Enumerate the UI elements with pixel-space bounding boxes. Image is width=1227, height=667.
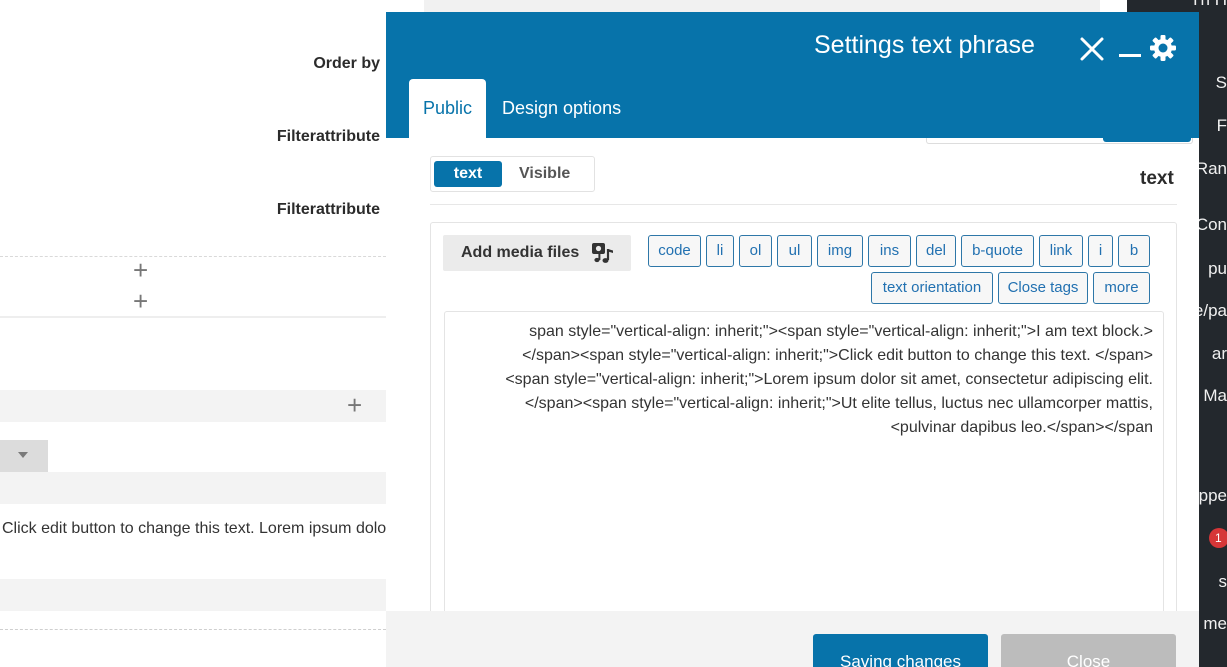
add-column-plus-icon[interactable]: + (133, 288, 148, 314)
filter-attribute-label-2: Filterattribute (276, 201, 380, 218)
admin-menu-item[interactable]: Th H (1127, 0, 1227, 10)
caret-down-icon (18, 452, 28, 458)
background-panel-top (424, 0, 1100, 12)
tab-public[interactable]: Public (409, 79, 486, 138)
quicktag-ins-button[interactable]: ins (868, 235, 911, 267)
text-orientation-button[interactable]: text orientation (871, 272, 993, 304)
quicktag-img-button[interactable]: img (817, 235, 863, 267)
content-line: </span><span style="vertical-align: inhe… (524, 395, 1153, 412)
modal-header: Settings text phrase Public Design optio… (386, 12, 1199, 138)
add-section-plus-icon[interactable]: + (347, 392, 362, 418)
content-line: <pulvinar dapibus leo.</span></span (890, 419, 1153, 436)
toggle-visible-option[interactable]: Visible (519, 161, 570, 187)
quicktag-code-button[interactable]: code (648, 235, 701, 267)
add-media-button[interactable]: Add media files (443, 235, 631, 271)
close-button[interactable]: Close (1001, 634, 1176, 667)
quicktag-italic-button[interactable]: i (1088, 235, 1113, 267)
section-band (0, 390, 386, 422)
drop-zone (0, 256, 386, 318)
modal-title: Settings text phrase (814, 31, 1035, 59)
quicktag-del-button[interactable]: del (916, 235, 956, 267)
add-row-plus-icon[interactable]: + (133, 257, 148, 283)
close-tags-button[interactable]: Close tags (998, 272, 1088, 304)
text-block-preview[interactable]: Click edit button to change this text. L… (2, 520, 386, 538)
minimize-icon[interactable] (1119, 54, 1141, 57)
text-visible-toggle[interactable]: text Visible (430, 156, 595, 192)
quicktag-ul-button[interactable]: ul (777, 235, 812, 267)
text-editor: Add media files code li ol ul img ins de… (430, 222, 1177, 611)
quicktag-bold-button[interactable]: b (1118, 235, 1150, 267)
order-by-label: Order by (313, 55, 380, 72)
content-line: </span><span style="vertical-align: inhe… (522, 347, 1153, 364)
close-icon[interactable] (1079, 36, 1105, 62)
dropdown-toggle[interactable] (0, 440, 48, 472)
gear-icon[interactable] (1149, 34, 1177, 62)
field-label: text (1140, 168, 1174, 189)
save-changes-button[interactable]: Saving changes (813, 634, 988, 667)
add-media-label: Add media files (461, 244, 580, 261)
settings-modal: Settings text phrase Public Design optio… (386, 12, 1199, 667)
bottom-divider (0, 629, 386, 630)
quicktag-li-button[interactable]: li (706, 235, 734, 267)
quicktag-ol-button[interactable]: ol (739, 235, 772, 267)
filter-attribute-label: Filterattribute (276, 128, 380, 145)
toggle-text-option[interactable]: text (434, 161, 502, 187)
screen: Order by Filterattribute Filterattribute… (0, 0, 1227, 667)
notification-badge: 1 (1209, 528, 1227, 548)
content-line: <span style="vertical-align: inherit;">L… (505, 371, 1153, 388)
media-icon (592, 243, 613, 263)
content-textarea[interactable]: span style="vertical-align: inherit;"><s… (444, 311, 1164, 611)
more-button[interactable]: more (1093, 272, 1150, 304)
hidden-button-edge (1103, 138, 1191, 142)
section-band-2 (0, 472, 386, 504)
admin-gap (1100, 0, 1127, 12)
tab-design-options[interactable]: Design options (502, 79, 621, 138)
quicktag-bquote-button[interactable]: b-quote (961, 235, 1034, 267)
quicktag-link-button[interactable]: link (1039, 235, 1083, 267)
content-line: span style="vertical-align: inherit;"><s… (529, 323, 1153, 340)
builder-background: Order by Filterattribute Filterattribute… (0, 0, 386, 667)
modal-footer: Saving changes Close (386, 611, 1199, 667)
modal-body: text Visible text Add media files code l… (406, 138, 1199, 611)
section-band-3 (0, 579, 386, 611)
divider (430, 204, 1177, 205)
